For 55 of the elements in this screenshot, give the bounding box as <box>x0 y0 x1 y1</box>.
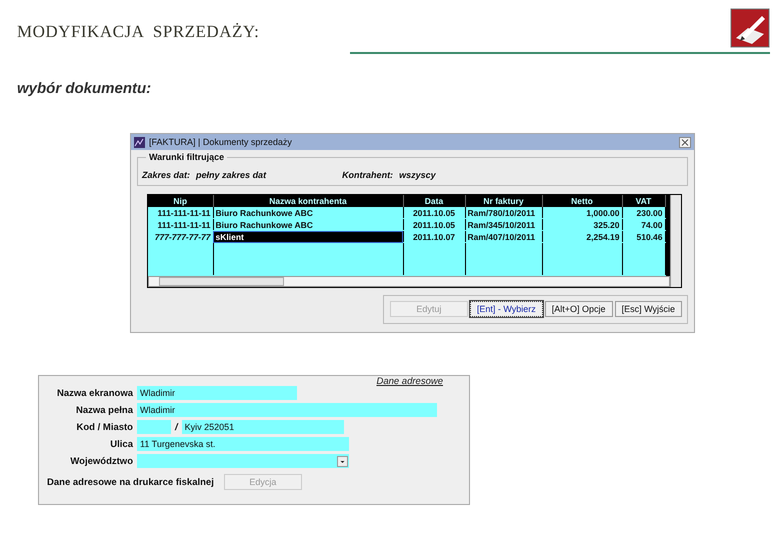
date-range-value: pełny zakres dat <box>196 170 266 180</box>
table-cell: Biuro Rachunkowe ABC <box>213 207 403 218</box>
slide-subtitle: wybór dokumentu: <box>17 80 152 97</box>
input-field[interactable]: Wladimir <box>137 386 297 400</box>
table-cell: 2,254.19 <box>542 230 622 242</box>
vertical-scrollbar[interactable] <box>670 195 681 287</box>
fiscal-printer-label: Dane adresowe na drukarce fiskalnej <box>47 476 214 488</box>
separator-text: / <box>175 422 178 432</box>
table-cell: 777-777-77-77 <box>148 230 213 242</box>
app-icon <box>134 136 145 148</box>
table-cell: 230.00 <box>622 207 665 218</box>
client-value: wszyscy <box>399 170 436 180</box>
table-cell: 1,000.00 <box>542 207 622 218</box>
close-icon[interactable] <box>679 136 691 148</box>
table-cell: 111-111-11-11 <box>148 218 213 230</box>
table-cell: Ram/780/10/2011 <box>465 207 542 218</box>
dialog-button[interactable]: [Alt+O] Opcje <box>544 301 613 317</box>
field-label: Ulica <box>109 438 133 450</box>
field-label: Nazwa ekranowa <box>56 388 133 398</box>
date-range-label: Zakres dat: <box>142 170 190 180</box>
table-cell: sKlient <box>213 230 403 242</box>
address-section-link[interactable]: Dane adresowe <box>376 376 443 387</box>
column-header[interactable]: Netto <box>542 195 622 207</box>
horizontal-scrollbar[interactable] <box>148 276 670 287</box>
column-header[interactable]: VAT <box>622 195 665 207</box>
postal-code-field[interactable] <box>137 420 171 434</box>
dialog-button[interactable]: [Ent] - Wybierz <box>470 301 543 317</box>
field-label: Województwo <box>69 456 133 466</box>
pen-and-paper-icon <box>730 8 770 48</box>
dialog-button[interactable]: [Esc] Wyjście <box>614 301 682 317</box>
table-cell: 74.00 <box>622 218 665 230</box>
table-cell: Ram/345/10/2011 <box>465 218 542 230</box>
input-field[interactable]: Wladimir <box>137 403 437 417</box>
table-cell: 2011.10.05 <box>403 207 465 218</box>
filter-legend: Warunki filtrujące <box>146 152 228 162</box>
table-cell: Biuro Rachunkowe ABC <box>213 218 403 230</box>
column-header[interactable]: Nazwa kontrahenta <box>213 195 403 207</box>
table-cell: 2011.10.05 <box>403 218 465 230</box>
column-header[interactable]: Nr faktury <box>465 195 542 207</box>
table-cell: 325.20 <box>542 218 622 230</box>
field-label: Nazwa pełna <box>74 404 133 416</box>
window-title: [FAKTURA] | Dokumenty sprzedaży <box>149 137 293 147</box>
field-label: Kod / Miasto <box>76 422 133 432</box>
column-header[interactable]: Nip <box>148 195 213 207</box>
table-cell: Ram/407/10/2011 <box>465 230 542 242</box>
table-cell: 2011.10.07 <box>403 230 465 242</box>
input-field[interactable]: 11 Turgenevska st. <box>137 437 349 451</box>
table-cell: 510.46 <box>622 230 665 242</box>
dropdown-caret-icon[interactable] <box>337 456 348 466</box>
client-label: Kontrahent: <box>342 170 394 180</box>
city-field[interactable]: Kyiv 252051 <box>182 420 344 434</box>
dropdown-field[interactable] <box>137 454 349 468</box>
column-header[interactable]: Data <box>403 195 465 207</box>
slide-title: MODYFIKACJA SPRZEDAŻY: <box>17 22 260 42</box>
table-cell: 111-111-11-11 <box>148 207 213 218</box>
